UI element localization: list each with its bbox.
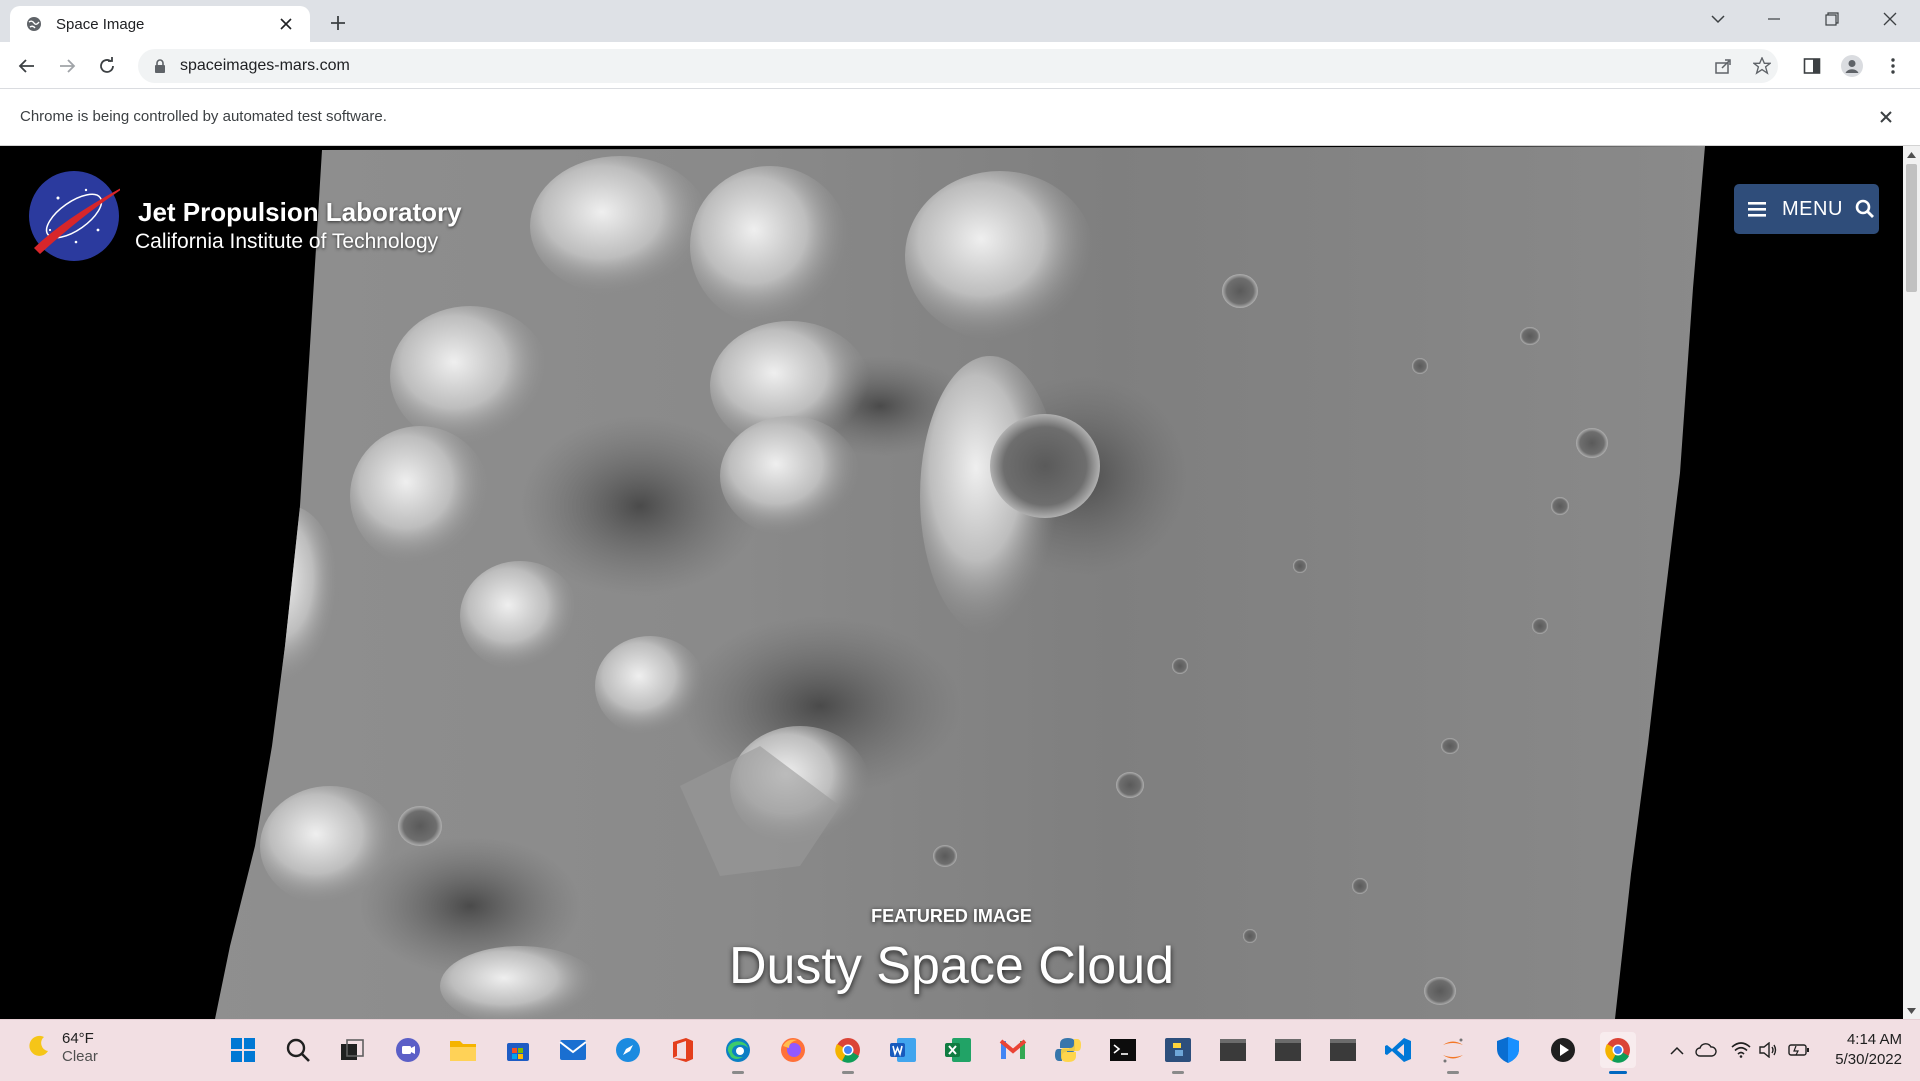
featured-image-label: FEATURED IMAGE xyxy=(871,906,1032,926)
site-subtitle: California Institute of Technology xyxy=(135,230,439,253)
task-view-icon[interactable] xyxy=(334,1032,370,1068)
store-icon[interactable] xyxy=(500,1032,536,1068)
restore-icon[interactable] xyxy=(1804,0,1860,38)
excel-icon[interactable] xyxy=(940,1032,976,1068)
scroll-up-icon[interactable] xyxy=(1903,146,1920,163)
python-icon[interactable] xyxy=(1160,1032,1196,1074)
firefox-icon[interactable] xyxy=(775,1032,811,1068)
volume-icon[interactable] xyxy=(1756,1038,1780,1062)
close-window-icon[interactable] xyxy=(1862,0,1918,38)
onedrive-icon[interactable] xyxy=(1694,1038,1718,1062)
share-icon[interactable] xyxy=(1706,49,1740,83)
file-explorer-icon[interactable] xyxy=(445,1032,481,1068)
defender-icon[interactable] xyxy=(1490,1032,1526,1068)
tab-title: Space Image xyxy=(56,15,145,33)
forward-icon[interactable] xyxy=(50,49,84,83)
hamburger-icon xyxy=(1748,198,1770,220)
python-idle-icon[interactable] xyxy=(1050,1032,1086,1068)
browser-tab[interactable]: Space Image xyxy=(10,6,310,42)
close-tab-icon[interactable] xyxy=(274,12,298,36)
address-bar[interactable]: spaceimages-mars.com xyxy=(138,49,1778,83)
chevron-up-icon[interactable] xyxy=(1665,1038,1689,1062)
jupyter-icon[interactable] xyxy=(1435,1032,1471,1074)
lock-icon[interactable] xyxy=(152,58,168,74)
teams-chat-icon[interactable] xyxy=(390,1032,426,1068)
menu-button[interactable]: MENU xyxy=(1734,184,1879,234)
running-indicator xyxy=(732,1071,744,1074)
console-icon[interactable] xyxy=(1215,1032,1251,1068)
infobar-message: Chrome is being controlled by automated … xyxy=(20,108,387,125)
vscode-icon[interactable] xyxy=(1380,1032,1416,1068)
running-indicator xyxy=(842,1071,854,1074)
windows-taskbar: 64°F Clear 4:14 AM 5/30/2022 xyxy=(0,1019,1920,1081)
wifi-icon[interactable] xyxy=(1729,1038,1753,1062)
word-icon[interactable] xyxy=(885,1032,921,1068)
globe-icon xyxy=(26,16,42,32)
scroll-down-icon[interactable] xyxy=(1903,1002,1920,1019)
terminal-icon[interactable] xyxy=(1105,1032,1141,1068)
site-title[interactable]: Jet Propulsion Laboratory xyxy=(138,197,462,228)
tab-search-icon[interactable] xyxy=(1690,0,1746,38)
clock-date: 5/30/2022 xyxy=(1835,1051,1902,1068)
weather-widget[interactable]: 64°F Clear xyxy=(26,1030,98,1066)
chrome-icon[interactable] xyxy=(1600,1032,1636,1074)
console-icon[interactable] xyxy=(1270,1032,1306,1068)
office-icon[interactable] xyxy=(665,1032,701,1068)
scrollbar-thumb[interactable] xyxy=(1906,164,1917,292)
safari-icon[interactable] xyxy=(610,1032,646,1068)
browser-toolbar: spaceimages-mars.com xyxy=(0,42,1920,89)
jpl-nasa-logo[interactable] xyxy=(28,170,136,262)
running-indicator xyxy=(1172,1071,1184,1074)
battery-icon[interactable] xyxy=(1787,1038,1811,1062)
minimize-icon[interactable] xyxy=(1746,0,1802,38)
side-panel-icon[interactable] xyxy=(1795,49,1829,83)
start-icon[interactable] xyxy=(225,1032,261,1068)
profile-avatar-icon[interactable] xyxy=(1835,49,1869,83)
weather-temp: 64°F xyxy=(62,1030,94,1047)
system-clock[interactable]: 4:14 AM 5/30/2022 xyxy=(1818,1030,1902,1070)
search-icon[interactable] xyxy=(1855,198,1877,220)
url-text: spaceimages-mars.com xyxy=(180,57,350,74)
weather-condition: Clear xyxy=(62,1048,98,1065)
active-indicator xyxy=(1609,1071,1627,1074)
more-menu-icon[interactable] xyxy=(1876,49,1910,83)
bookmark-star-icon[interactable] xyxy=(1745,49,1779,83)
close-infobar-icon[interactable] xyxy=(1874,105,1898,129)
reload-icon[interactable] xyxy=(90,49,124,83)
console-icon[interactable] xyxy=(1325,1032,1361,1068)
page-scrollbar[interactable] xyxy=(1903,146,1920,1019)
tab-strip: Space Image xyxy=(0,0,1920,42)
back-icon[interactable] xyxy=(10,49,44,83)
clock-time: 4:14 AM xyxy=(1846,1031,1902,1048)
new-tab-button[interactable] xyxy=(324,9,352,37)
media-player-icon[interactable] xyxy=(1545,1032,1581,1068)
chrome-icon[interactable] xyxy=(830,1032,866,1074)
page-viewport: Jet Propulsion Laboratory California Ins… xyxy=(0,146,1903,1019)
mail-icon[interactable] xyxy=(555,1032,591,1068)
moon-icon xyxy=(26,1033,52,1064)
edge-icon[interactable] xyxy=(720,1032,756,1074)
running-indicator xyxy=(1447,1071,1459,1074)
menu-label: MENU xyxy=(1782,197,1843,220)
automation-infobar: Chrome is being controlled by automated … xyxy=(0,89,1920,146)
search-icon[interactable] xyxy=(280,1032,316,1068)
mars-surface-image xyxy=(0,146,1903,1019)
featured-image-title: Dusty Space Cloud xyxy=(728,937,1175,995)
gmail-icon[interactable] xyxy=(995,1032,1031,1068)
